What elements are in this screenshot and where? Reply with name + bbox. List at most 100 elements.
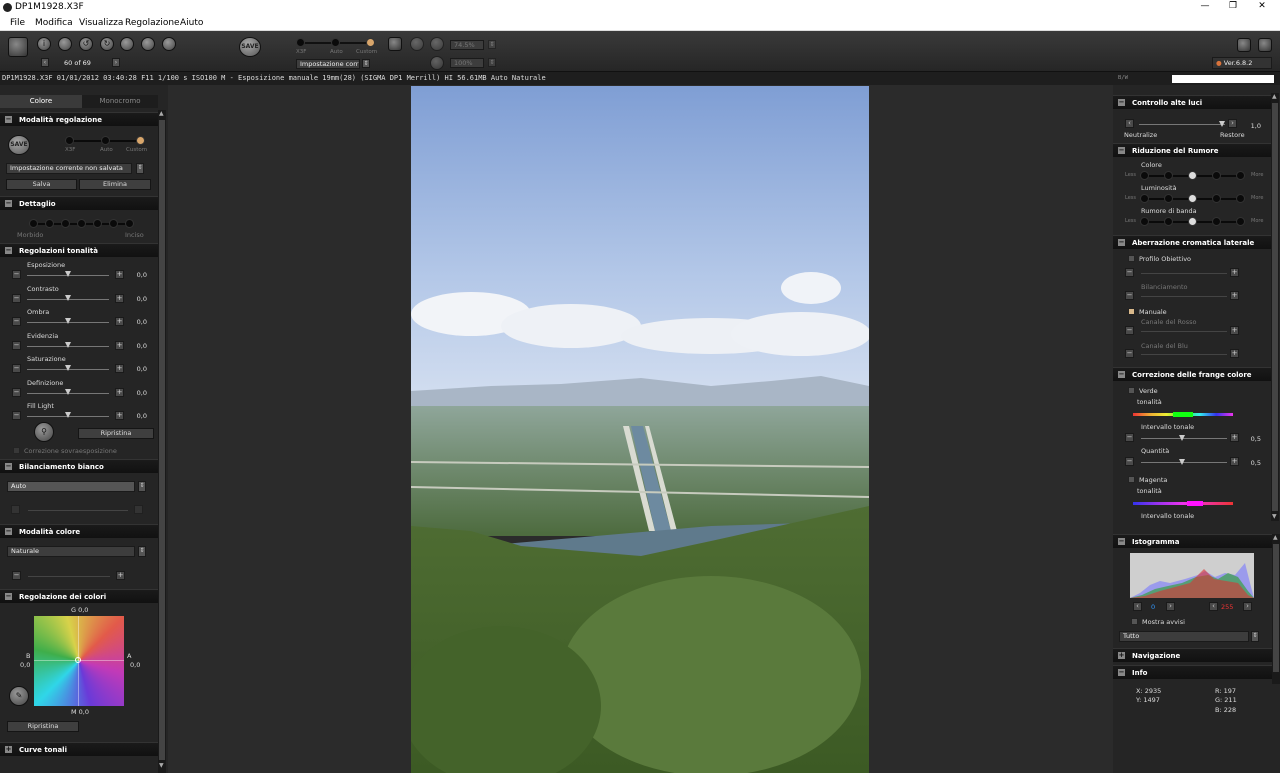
noise-dot[interactable] (1164, 171, 1173, 180)
eyedropper-icon[interactable]: ✎ (9, 686, 29, 706)
histo-right-next[interactable]: › (1243, 602, 1252, 611)
section-luci[interactable]: − Controllo alte luci (1113, 95, 1271, 109)
ripristina-colori-button[interactable]: Ripristina (7, 721, 79, 732)
slider-minus-button[interactable]: − (12, 340, 21, 350)
verde-checkbox[interactable] (1128, 387, 1135, 394)
image-viewer[interactable] (168, 85, 1113, 773)
slider-plus-button[interactable]: + (115, 340, 124, 350)
abr2-minus[interactable]: − (1125, 291, 1134, 300)
auto-tone-icon[interactable]: ⚲ (34, 422, 54, 442)
intervallo-knob[interactable] (1179, 435, 1185, 441)
detail-dot-2[interactable] (45, 219, 54, 228)
detail-dot-5[interactable] (93, 219, 102, 228)
tab-monocromo[interactable]: Monocromo (82, 95, 158, 108)
color-mode-plus-button[interactable]: + (116, 571, 125, 580)
tab-colore[interactable]: Colore (0, 95, 82, 108)
mode-custom-dot[interactable] (366, 38, 375, 47)
section-navigazione[interactable]: + Navigazione (1113, 648, 1280, 662)
abr2-plus[interactable]: + (1230, 291, 1239, 300)
histo-channel-select[interactable]: Tutto (1119, 631, 1249, 642)
menu-regolazione[interactable]: Regolazione (125, 18, 180, 28)
rosso-plus[interactable]: + (1230, 326, 1239, 335)
trash-icon[interactable] (162, 37, 176, 51)
slider-knob[interactable] (65, 365, 71, 371)
color-adjust-grid[interactable] (34, 616, 124, 706)
right-lower-scrollbar[interactable]: ▲ (1272, 534, 1280, 684)
section-istogramma[interactable]: − Istogramma (1113, 534, 1280, 548)
luci-plus-button[interactable]: › (1228, 119, 1237, 128)
prev-image-button[interactable]: ‹ (41, 58, 49, 67)
setting-combo[interactable]: Impostazione corr (296, 59, 360, 69)
blu-plus[interactable]: + (1230, 349, 1239, 358)
save-button[interactable]: SAVE (239, 37, 261, 57)
mode-x3f-dot[interactable] (296, 38, 305, 47)
noise-dot[interactable] (1164, 217, 1173, 226)
slider-minus-button[interactable]: − (12, 293, 21, 303)
wb-minus-button[interactable] (11, 505, 20, 514)
noise-dot[interactable] (1188, 217, 1197, 226)
noise-dot[interactable] (1212, 217, 1221, 226)
maximize-button[interactable]: ❐ (1223, 1, 1243, 14)
histo-right-prev[interactable]: ‹ (1209, 602, 1218, 611)
rosso-minus[interactable]: − (1125, 326, 1134, 335)
magenta-hue-bar[interactable] (1133, 501, 1233, 506)
abr1-minus[interactable]: − (1125, 268, 1134, 277)
zoom-icon[interactable] (430, 37, 444, 51)
intervallo-plus[interactable]: + (1230, 433, 1239, 442)
right-scrollbar[interactable]: ▲ ▼ (1271, 93, 1279, 521)
slider-minus-button[interactable]: − (12, 411, 21, 420)
rotate-right-icon[interactable]: ↻ (100, 37, 114, 51)
manuale-checkbox[interactable] (1128, 308, 1135, 315)
section-info[interactable]: − Info (1113, 665, 1280, 679)
noise-dot[interactable] (1212, 171, 1221, 180)
lock-icon[interactable] (141, 37, 155, 51)
slider-minus-button[interactable]: − (12, 364, 21, 373)
menu-aiuto[interactable]: Aiuto (180, 18, 203, 28)
slider-plus-button[interactable]: + (115, 317, 124, 326)
slider-knob[interactable] (65, 341, 71, 348)
correzione-checkbox[interactable] (13, 447, 20, 454)
section-colori[interactable]: − Regolazione dei colori (0, 589, 158, 603)
noise-dot[interactable] (1140, 217, 1149, 226)
slider-plus-button[interactable]: + (115, 270, 124, 279)
setting-combo-arrow[interactable]: ⇕ (362, 59, 370, 68)
detail-dot-3[interactable] (61, 219, 70, 228)
color-mode-select[interactable]: Naturale (7, 546, 135, 557)
grid-view-icon[interactable] (8, 37, 28, 57)
slider-knob[interactable] (65, 271, 71, 277)
luci-slider-knob[interactable] (1219, 121, 1225, 127)
section-dettaglio[interactable]: − Dettaglio (0, 196, 158, 210)
histo-left-next[interactable]: › (1166, 602, 1175, 611)
noise-dot[interactable] (1164, 194, 1173, 203)
section-modalita[interactable]: − Modalità regolazione (0, 112, 158, 126)
noise-dot[interactable] (1236, 217, 1245, 226)
detail-dot-4[interactable] (77, 219, 86, 228)
version-badge[interactable]: ● Ver.6.8.2 (1212, 57, 1272, 69)
slider-knob[interactable] (65, 388, 71, 395)
histo-left-prev[interactable]: ‹ (1133, 602, 1142, 611)
magenta-checkbox[interactable] (1128, 476, 1135, 483)
left-mode-auto-dot[interactable] (101, 136, 110, 145)
left-mode-custom-dot[interactable] (136, 136, 145, 145)
wb-select[interactable]: Auto (7, 481, 135, 492)
quantita-knob[interactable] (1179, 459, 1185, 465)
histo-channel-arrow[interactable]: ⇕ (1251, 631, 1259, 642)
luci-minus-button[interactable]: ‹ (1125, 119, 1134, 128)
menu-visualizza[interactable]: Visualizza (79, 18, 123, 28)
color-mode-minus-button[interactable]: − (12, 571, 21, 580)
minimize-button[interactable]: — (1195, 1, 1215, 14)
slider-knob[interactable] (65, 318, 71, 324)
detail-dot-1[interactable] (29, 219, 38, 228)
flag-icon[interactable] (120, 37, 134, 51)
wb-plus-button[interactable] (134, 505, 143, 514)
grid-point[interactable] (75, 657, 81, 663)
salva-button[interactable]: Salva (6, 179, 77, 190)
noise-dot[interactable] (1188, 194, 1197, 203)
slider-plus-button[interactable]: + (115, 364, 124, 373)
loupe-icon[interactable] (410, 37, 424, 51)
setting-select[interactable]: Impostazione corrente non salvata (6, 163, 132, 174)
section-tonalita[interactable]: − Regolazioni tonalità (0, 243, 158, 257)
section-modalita-colore[interactable]: − Modalità colore (0, 524, 158, 538)
fullscreen-icon[interactable] (1258, 38, 1272, 52)
section-bilanciamento[interactable]: − Bilanciamento bianco (0, 459, 158, 473)
